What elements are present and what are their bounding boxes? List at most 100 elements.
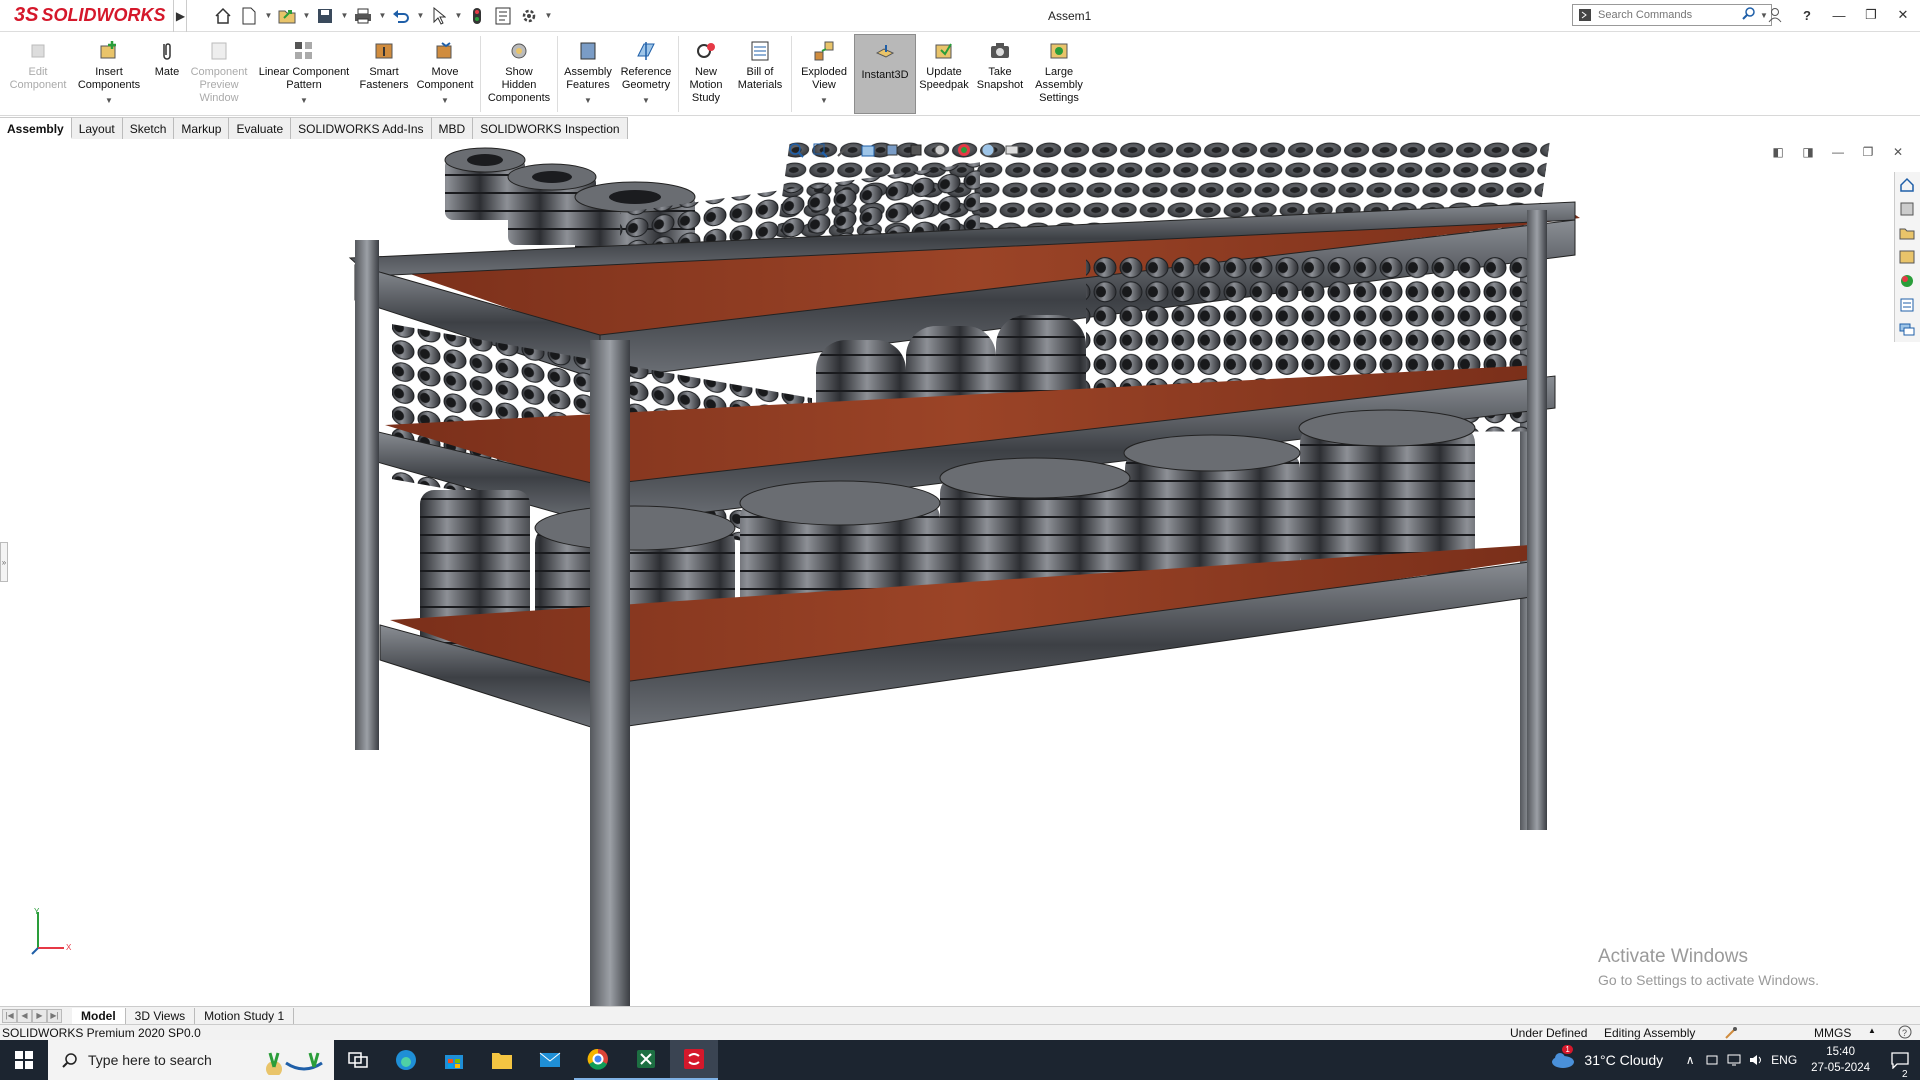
solidworks-resources-icon[interactable] (1895, 174, 1919, 196)
linear-pattern-button[interactable]: Linear Component Pattern ▼ (252, 32, 356, 107)
split-left-icon[interactable]: ◧ (1770, 144, 1786, 160)
file-properties-icon[interactable] (491, 4, 515, 28)
menu-expand-button[interactable]: ▶ (173, 0, 188, 32)
weather-widget[interactable]: 1 31°C Cloudy (1550, 1044, 1663, 1072)
mate-button[interactable]: Mate (148, 32, 186, 79)
search-input[interactable] (1598, 9, 1738, 21)
view-orientation-icon[interactable] (882, 141, 902, 159)
search-commands-box[interactable]: ▼ (1572, 4, 1772, 26)
meet-now-icon[interactable] (1701, 1053, 1723, 1067)
user-icon[interactable] (1764, 4, 1786, 26)
close-icon[interactable]: ✕ (1890, 144, 1906, 160)
view-palette-icon[interactable] (1895, 246, 1919, 268)
restore-icon[interactable]: ❐ (1860, 144, 1876, 160)
file-explorer-icon[interactable] (478, 1040, 526, 1080)
edge-browser-icon[interactable] (382, 1040, 430, 1080)
large-assembly-settings-button[interactable]: Large Assembly Settings (1028, 32, 1090, 105)
edit-appearance-icon[interactable] (954, 141, 974, 159)
custom-properties-icon[interactable] (1895, 294, 1919, 316)
forum-icon[interactable] (1895, 318, 1919, 340)
gear-icon[interactable] (517, 4, 541, 28)
search-icon[interactable] (1742, 6, 1756, 25)
instant3d-button[interactable]: Instant3D (854, 34, 916, 114)
file-explorer-icon[interactable] (1895, 222, 1919, 244)
feature-manager-collapse-handle[interactable]: » (0, 542, 8, 582)
design-library-icon[interactable] (1895, 198, 1919, 220)
chevron-down-icon[interactable]: ▼ (263, 11, 273, 20)
bill-of-materials-button[interactable]: Bill of Materials (731, 32, 789, 92)
unit-system[interactable]: MMGS (1814, 1026, 1851, 1040)
start-button[interactable] (0, 1040, 48, 1080)
new-motion-study-button[interactable]: New Motion Study (681, 32, 731, 105)
chevron-up-icon[interactable]: ▲ (1868, 1026, 1876, 1035)
split-right-icon[interactable]: ◨ (1800, 144, 1816, 160)
notifications-button[interactable]: 2 (1880, 1051, 1920, 1080)
smart-fasteners-button[interactable]: Smart Fasteners (356, 32, 412, 92)
hide-show-items-icon[interactable] (930, 141, 950, 159)
tab-model[interactable]: Model (72, 1007, 126, 1024)
chevron-down-icon[interactable]: ▼ (584, 94, 592, 107)
last-tab-icon[interactable]: ▶| (47, 1008, 62, 1023)
microsoft-store-icon[interactable] (430, 1040, 478, 1080)
mail-icon[interactable] (526, 1040, 574, 1080)
rebuild-icon[interactable] (465, 4, 489, 28)
input-language[interactable]: ENG (1767, 1053, 1801, 1067)
chevron-down-icon[interactable]: ▼ (339, 11, 349, 20)
chevron-down-icon[interactable]: ▼ (820, 94, 828, 107)
tab-mbd[interactable]: MBD (431, 117, 474, 139)
taskbar-search-box[interactable]: Type here to search (48, 1040, 334, 1080)
display-style-icon[interactable] (906, 141, 926, 159)
insert-components-button[interactable]: Insert Components ▼ (70, 32, 148, 107)
undo-icon[interactable] (389, 4, 413, 28)
excel-icon[interactable] (622, 1040, 670, 1080)
prev-tab-icon[interactable]: ◀ (17, 1008, 32, 1023)
new-document-icon[interactable] (237, 4, 261, 28)
apply-scene-icon[interactable] (978, 141, 998, 159)
task-view-icon[interactable] (334, 1040, 382, 1080)
solidworks-taskbar-icon[interactable] (670, 1040, 718, 1080)
move-component-button[interactable]: Move Component ▼ (412, 32, 478, 107)
edit-component-button[interactable]: Edit Component (6, 32, 70, 92)
tab-markup[interactable]: Markup (174, 117, 230, 139)
search-mode-icon[interactable] (1576, 6, 1594, 24)
network-icon[interactable] (1723, 1053, 1745, 1067)
restore-icon[interactable]: ❐ (1860, 4, 1882, 26)
chevron-down-icon[interactable]: ▼ (453, 11, 463, 20)
take-snapshot-button[interactable]: Take Snapshot (972, 32, 1028, 92)
chevron-down-icon[interactable]: ▼ (543, 11, 553, 20)
chrome-browser-icon[interactable] (574, 1040, 622, 1080)
close-icon[interactable]: ✕ (1892, 4, 1914, 26)
assembly-model[interactable] (0, 140, 1920, 1006)
select-pointer-icon[interactable] (427, 4, 451, 28)
exploded-view-button[interactable]: Exploded View ▼ (794, 32, 854, 107)
tab-solidworks-inspection[interactable]: SOLIDWORKS Inspection (473, 117, 628, 139)
next-tab-icon[interactable]: ▶ (32, 1008, 47, 1023)
show-hidden-button[interactable]: Show Hidden Components (483, 32, 555, 105)
appearances-icon[interactable] (1895, 270, 1919, 292)
chevron-down-icon[interactable]: ▼ (415, 11, 425, 20)
reference-geometry-button[interactable]: Reference Geometry ▼ (616, 32, 676, 107)
print-icon[interactable] (351, 4, 375, 28)
update-speedpak-button[interactable]: Update Speedpak (916, 32, 972, 92)
view-settings-icon[interactable] (1002, 141, 1022, 159)
previous-view-icon[interactable] (834, 141, 854, 159)
chevron-down-icon[interactable]: ▼ (642, 94, 650, 107)
tab-solidworks-add-ins[interactable]: SOLIDWORKS Add-Ins (291, 117, 432, 139)
component-preview-button[interactable]: Component Preview Window (186, 32, 252, 105)
chevron-down-icon[interactable]: ▼ (105, 94, 113, 107)
first-tab-icon[interactable]: |◀ (2, 1008, 17, 1023)
save-icon[interactable] (313, 4, 337, 28)
zoom-to-fit-icon[interactable] (786, 141, 806, 159)
tab-3d-views[interactable]: 3D Views (126, 1007, 196, 1024)
speaker-icon[interactable] (1745, 1053, 1767, 1067)
graphics-area[interactable]: ◧ ◨ — ❐ ✕ » Y X Activate Windows Go to S… (0, 140, 1920, 1006)
tab-evaluate[interactable]: Evaluate (229, 117, 292, 139)
section-view-icon[interactable] (858, 141, 878, 159)
tab-motion-study-1[interactable]: Motion Study 1 (195, 1007, 295, 1024)
system-clock[interactable]: 15:40 27-05-2024 (1811, 1044, 1870, 1076)
chevron-down-icon[interactable]: ▼ (441, 94, 449, 107)
chevron-down-icon[interactable]: ▼ (301, 11, 311, 20)
assembly-features-button[interactable]: Assembly Features ▼ (560, 32, 616, 107)
tab-layout[interactable]: Layout (71, 117, 123, 139)
home-icon[interactable] (211, 4, 235, 28)
